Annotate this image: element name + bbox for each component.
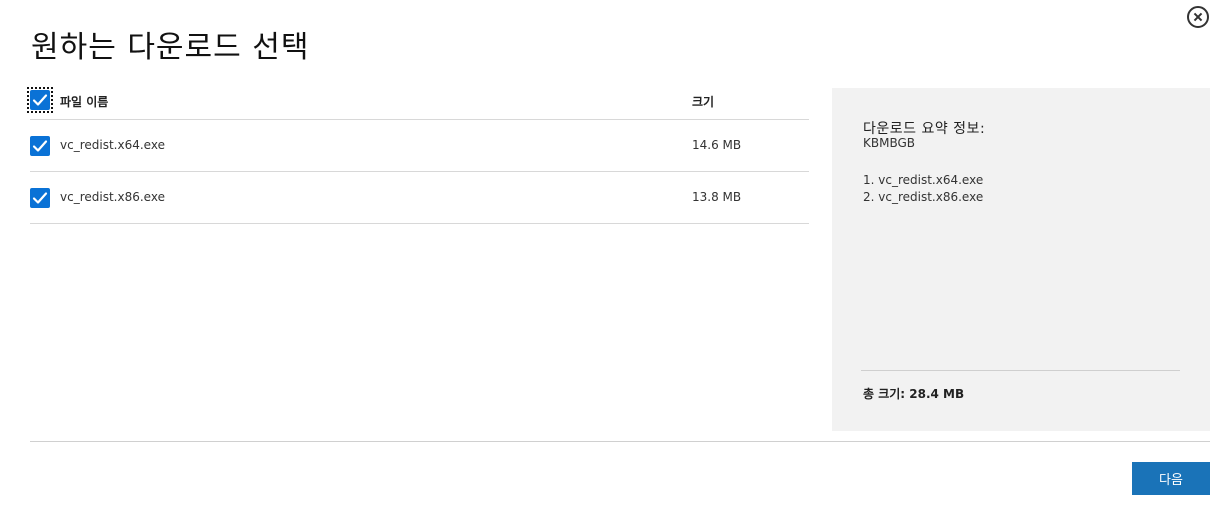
summary-title: 다운로드 요약 정보: <box>863 121 986 137</box>
row-checkbox-x64[interactable] <box>30 136 50 156</box>
close-icon[interactable] <box>1187 6 1209 28</box>
column-header-size: 크기 <box>692 95 715 109</box>
select-all-checkbox[interactable] <box>30 90 50 110</box>
checkmark-icon <box>32 192 48 204</box>
file-name: vc_redist.x64.exe <box>60 138 165 152</box>
summary-list-item: 1. vc_redist.x64.exe <box>863 173 984 187</box>
file-table: 파일 이름 크기 vc_redist.x64.exe 14.6 MB vc_re… <box>27 83 809 224</box>
table-row[interactable]: vc_redist.x64.exe 14.6 MB <box>30 120 809 172</box>
table-row[interactable]: vc_redist.x86.exe 13.8 MB <box>30 172 809 224</box>
file-size: 13.8 MB <box>692 190 742 204</box>
table-header: 파일 이름 크기 <box>27 83 809 120</box>
next-button[interactable]: 다음 <box>1132 462 1210 495</box>
summary-kb-label: KBMBGB <box>863 136 916 150</box>
file-name: vc_redist.x86.exe <box>60 190 165 204</box>
select-all-focus-ring <box>27 87 53 113</box>
footer-divider <box>30 441 1210 442</box>
summary-total-size: 총 크기: 28.4 MB <box>863 387 965 401</box>
checkmark-icon <box>32 94 48 106</box>
checkmark-icon <box>32 140 48 152</box>
summary-file-list: 1. vc_redist.x64.exe 2. vc_redist.x86.ex… <box>863 172 983 206</box>
row-checkbox-x86[interactable] <box>30 188 50 208</box>
summary-divider <box>861 370 1180 371</box>
summary-list-item: 2. vc_redist.x86.exe <box>863 190 984 204</box>
file-size: 14.6 MB <box>692 138 742 152</box>
page-title: 원하는 다운로드 선택 <box>31 30 310 65</box>
column-header-name: 파일 이름 <box>60 95 109 109</box>
download-summary-panel: 다운로드 요약 정보: KBMBGB 1. vc_redist.x64.exe … <box>832 88 1210 431</box>
